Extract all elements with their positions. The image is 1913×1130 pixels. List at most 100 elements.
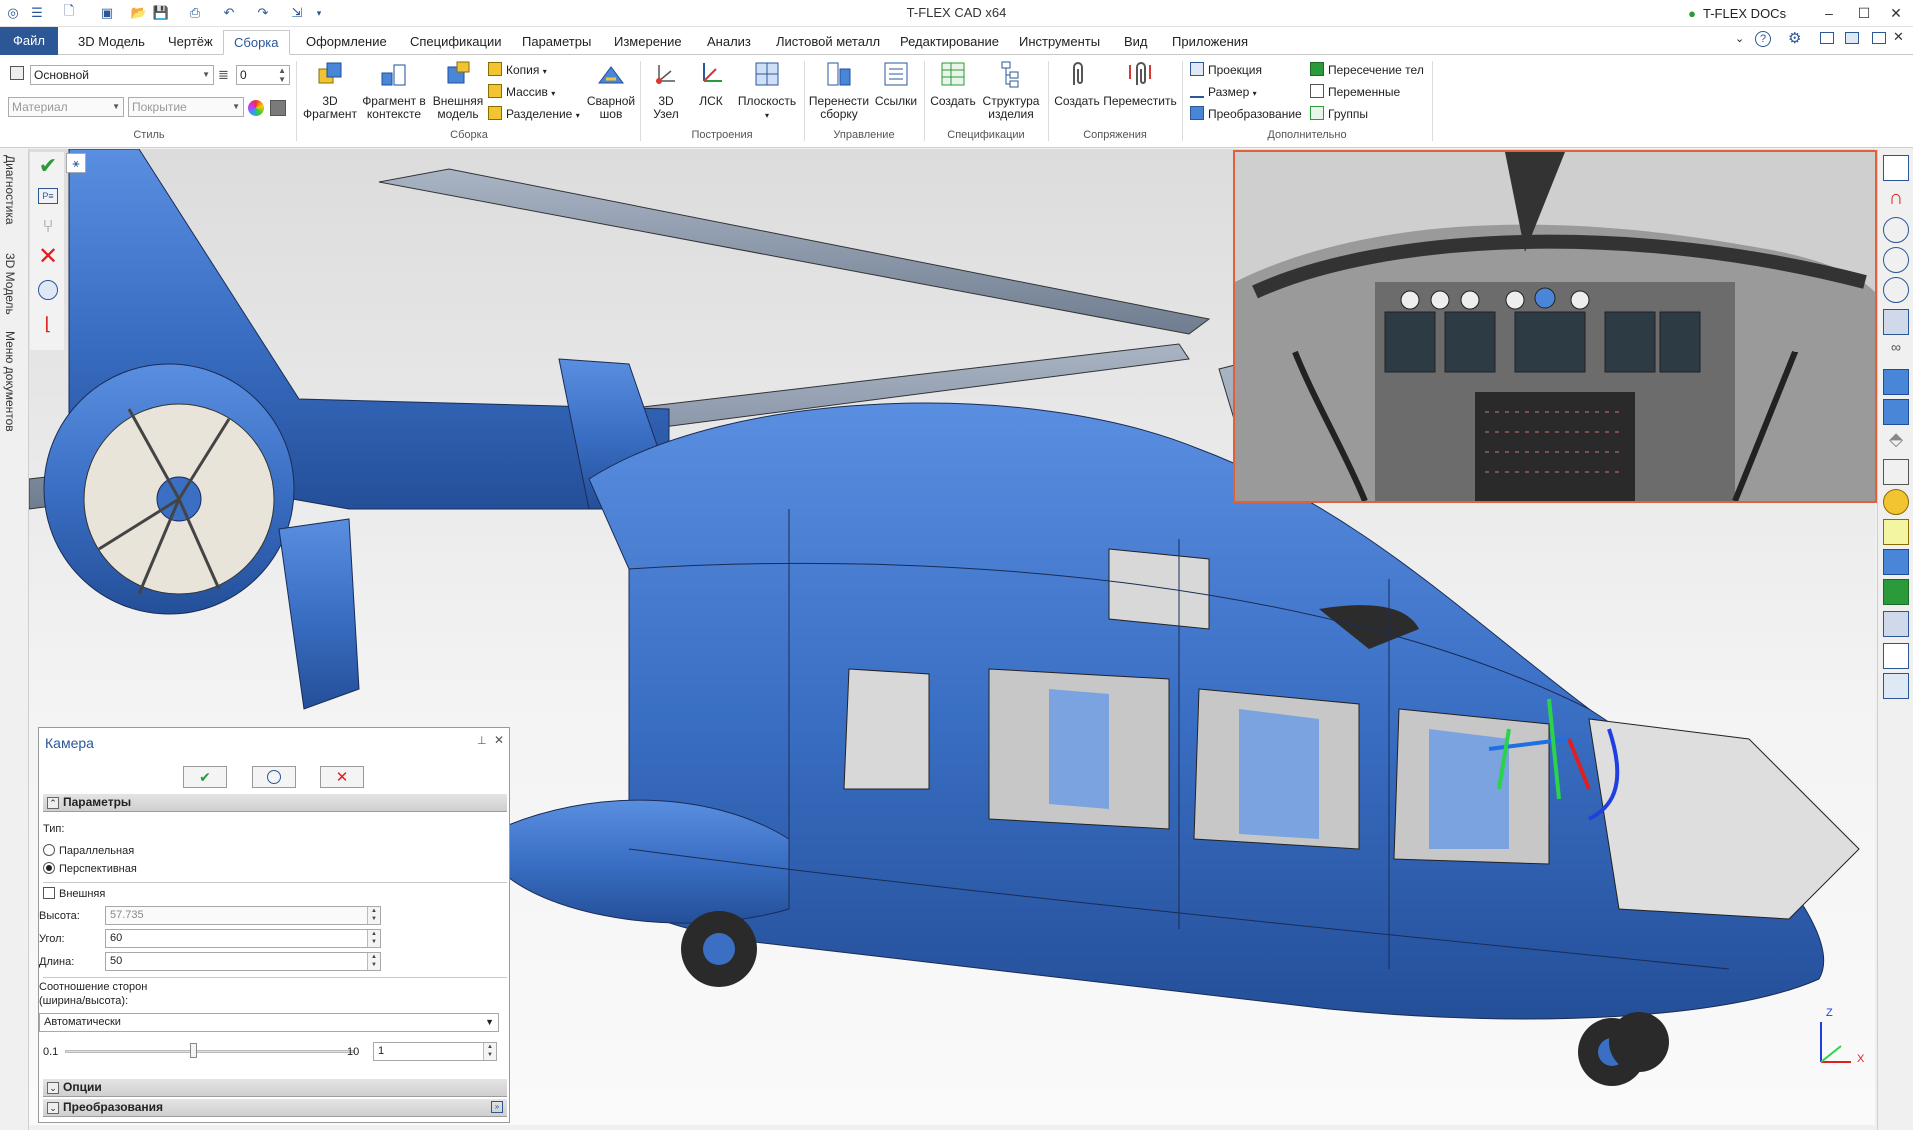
magnet-icon[interactable]: ∩ — [1883, 187, 1909, 213]
array-button[interactable]: Массив ▾ — [488, 83, 555, 101]
transform-button[interactable]: Преобразование — [1190, 105, 1302, 123]
layer-combo[interactable]: Основной ▼ — [30, 65, 214, 85]
lsk-button[interactable]: ЛСК — [690, 59, 732, 108]
window-layout-icon[interactable] — [1820, 32, 1834, 44]
fragment-in-context-button[interactable]: Фрагмент в контексте — [358, 59, 430, 121]
color-palette-icon[interactable] — [248, 100, 264, 116]
length-field[interactable]: 50 ▲ ▼ — [105, 952, 381, 971]
cube-wire-icon[interactable] — [1883, 459, 1909, 485]
section-icon[interactable]: ⬘ — [1883, 429, 1909, 455]
material-combo[interactable]: Материал ▼ — [8, 97, 124, 117]
aspect-mode-select[interactable]: Автоматически ▼ — [39, 1013, 499, 1032]
tab-applications[interactable]: Приложения — [1162, 30, 1258, 55]
move-mate-button[interactable]: Переместить — [1102, 59, 1178, 108]
tab-analysis[interactable]: Анализ — [697, 30, 761, 55]
docs-label[interactable]: T-FLEX DOCs — [1703, 6, 1786, 21]
plane-button[interactable]: Плоскость ▾ — [734, 59, 800, 122]
node-3d-button[interactable]: 3D Узел — [646, 59, 686, 121]
close-window-button[interactable]: ✕ — [1879, 2, 1913, 24]
type-perspective-radio[interactable] — [43, 862, 55, 874]
camera-view-icon[interactable] — [1883, 611, 1909, 637]
external-checkbox[interactable] — [43, 887, 55, 899]
camera-ok-button[interactable]: ✔ — [183, 766, 227, 788]
tab-sheet-metal[interactable]: Листовой металл — [766, 30, 890, 55]
tab-specifications[interactable]: Спецификации — [400, 30, 512, 55]
groups-button[interactable]: Группы — [1310, 105, 1368, 123]
confirm-button[interactable]: ✔ — [34, 152, 62, 180]
cube-green-icon[interactable] — [1883, 579, 1909, 605]
aspect-slider-thumb[interactable] — [189, 1043, 197, 1058]
dimension-button[interactable]: Размер ▾ — [1190, 83, 1257, 101]
move-assembly-button[interactable]: Перенести сборку — [808, 59, 870, 121]
aspect-value-field[interactable]: 1 ▲ ▼ — [373, 1042, 497, 1061]
help-icon[interactable]: ? — [1755, 31, 1771, 47]
tab-parameters[interactable]: Параметры — [512, 30, 601, 55]
external-model-button[interactable]: Внешняя модель — [430, 59, 486, 121]
side-tab-documents-menu[interactable]: Меню документов — [3, 331, 17, 432]
section-transformations[interactable]: ⌄ Преобразования» — [43, 1099, 507, 1117]
section-parameters[interactable]: ⌃ Параметры — [43, 794, 507, 812]
section-options[interactable]: ⌄ Опции — [43, 1079, 507, 1097]
tab-tools[interactable]: Инструменты — [1009, 30, 1110, 55]
angle-field[interactable]: 60 ▲ ▼ — [105, 929, 381, 948]
sphere-icon[interactable] — [1883, 489, 1909, 515]
type-parallel-radio[interactable] — [43, 844, 55, 856]
tile-icon[interactable] — [1872, 32, 1886, 44]
zoom-all-icon[interactable] — [1883, 247, 1909, 273]
create-mate-button[interactable]: Создать — [1052, 59, 1102, 108]
level-field[interactable]: 0 ▲ ▼ — [236, 65, 290, 85]
color-swatch[interactable] — [270, 100, 286, 116]
tab-editing[interactable]: Редактирование — [890, 30, 1009, 55]
side-tab-diagnostics[interactable]: Диагностика — [3, 155, 17, 225]
zoom-in-icon[interactable] — [1883, 277, 1909, 303]
restore-doc-icon[interactable] — [1845, 32, 1859, 44]
camera-cancel-button[interactable]: ✕ — [320, 766, 364, 788]
create-spec-button[interactable]: Создать — [928, 59, 978, 108]
tab-design[interactable]: Оформление — [296, 30, 397, 55]
scene-filter-icon[interactable]: ⚹ — [66, 153, 86, 173]
tab-file[interactable]: Файл — [0, 27, 58, 55]
tab-assembly[interactable]: Сборка — [223, 30, 290, 55]
height-field[interactable]: 57.735 ▲ ▼ — [105, 906, 381, 925]
cancel-button[interactable]: ✕ — [34, 242, 62, 270]
pin-icon[interactable]: ⊥ — [477, 734, 487, 747]
weld-seam-button[interactable]: Сварной шов — [584, 59, 638, 121]
view-table-icon[interactable] — [1883, 155, 1909, 181]
properties-button[interactable]: P≡ — [34, 182, 62, 210]
minimize-button[interactable]: – — [1812, 2, 1846, 24]
side-tab-3d-model[interactable]: 3D Модель — [3, 253, 17, 315]
links-button[interactable]: Ссылки — [872, 59, 920, 108]
tab-measure[interactable]: Измерение — [604, 30, 692, 55]
cockpit-inset-view[interactable] — [1233, 150, 1877, 503]
maximize-button[interactable]: ☐ — [1847, 2, 1881, 24]
zoom-window-icon[interactable] — [1883, 217, 1909, 243]
glasses-icon[interactable]: ∞ — [1883, 339, 1909, 365]
select-face-icon[interactable] — [1883, 399, 1909, 425]
cube-blue-icon[interactable] — [1883, 549, 1909, 575]
projection-button[interactable]: Проекция — [1190, 61, 1262, 79]
type-perspective-label[interactable]: Перспективная — [59, 863, 137, 875]
camera-preview-button[interactable] — [252, 766, 296, 788]
select-body-icon[interactable] — [1883, 369, 1909, 395]
tab-view[interactable]: Вид — [1114, 30, 1158, 55]
settings-gear-icon[interactable]: ⚙ — [1788, 29, 1801, 47]
type-parallel-label[interactable]: Параллельная — [59, 845, 134, 857]
tree-button[interactable]: ⑂ — [34, 212, 62, 240]
external-label[interactable]: Внешняя — [59, 888, 105, 900]
light-icon[interactable] — [1883, 643, 1909, 669]
lsk-select-button[interactable]: ⌊ — [34, 310, 62, 338]
render-icon[interactable] — [1883, 673, 1909, 699]
coating-combo[interactable]: Покрытие ▼ — [128, 97, 244, 117]
product-structure-button[interactable]: Структура изделия — [978, 59, 1044, 121]
copy-button[interactable]: Копия ▾ — [488, 61, 547, 79]
close-doc-icon[interactable]: ✕ — [1893, 29, 1904, 45]
preview-button[interactable] — [34, 276, 62, 304]
box-yellow-icon[interactable] — [1883, 519, 1909, 545]
close-panel-icon[interactable]: ✕ — [494, 733, 504, 747]
rotate-view-icon[interactable] — [1883, 309, 1909, 335]
fragment-3d-button[interactable]: 3D Фрагмент — [302, 59, 358, 121]
collapse-ribbon-icon[interactable]: ⌄ — [1735, 32, 1744, 45]
tab-drawing[interactable]: Чертёж — [158, 30, 223, 55]
aspect-slider-track[interactable] — [65, 1050, 355, 1053]
tab-3d-model[interactable]: 3D Модель — [68, 30, 155, 55]
